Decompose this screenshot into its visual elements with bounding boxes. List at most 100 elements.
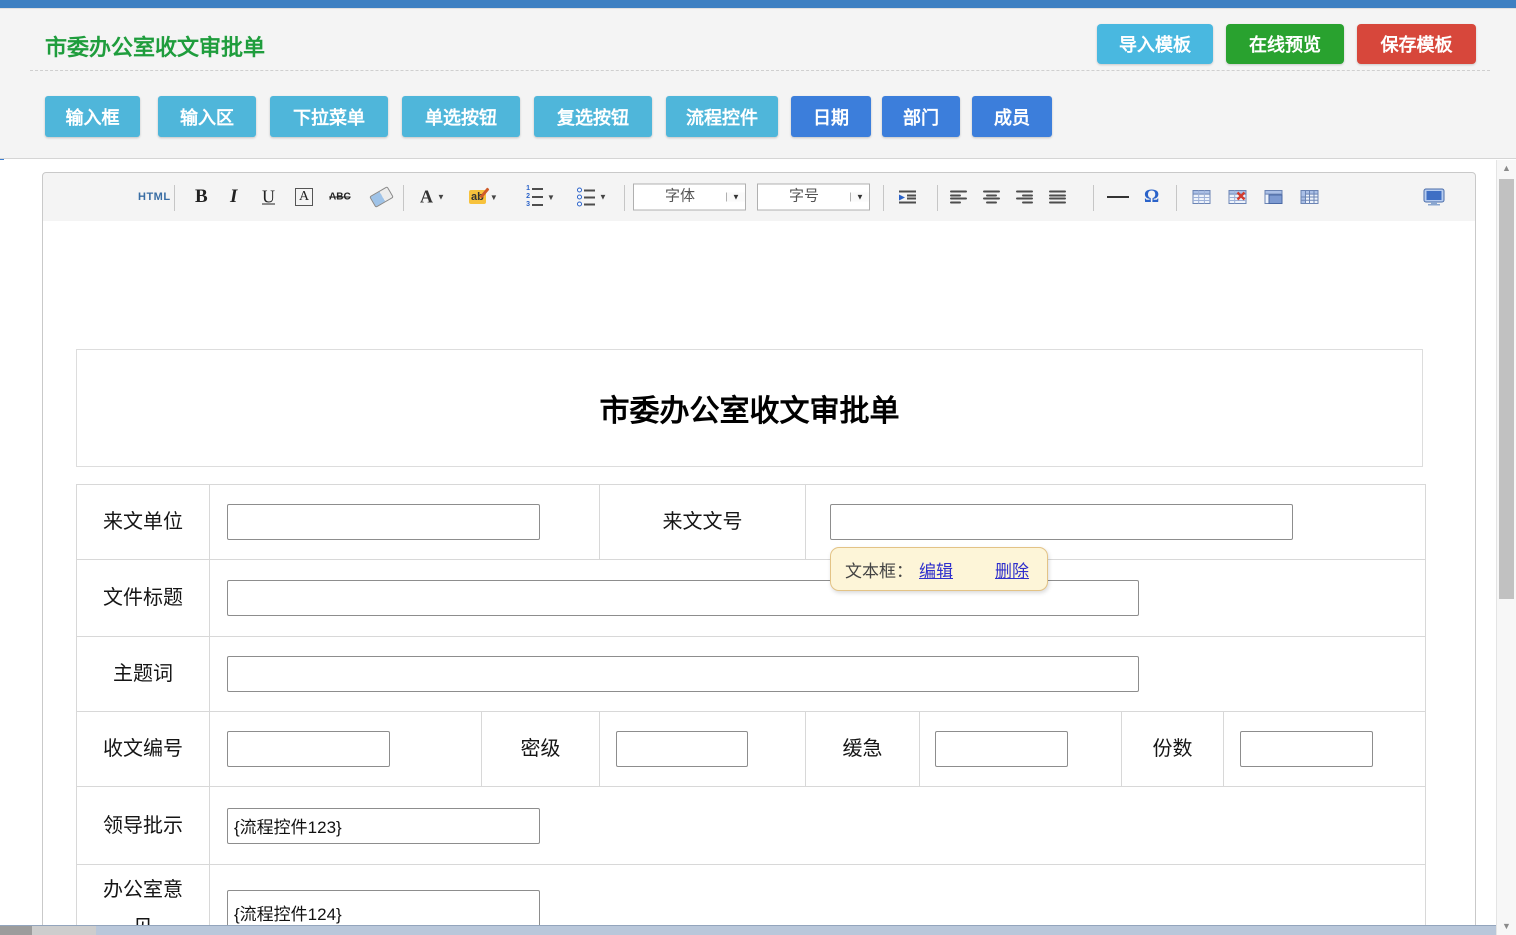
toolbar-separator — [174, 185, 175, 211]
boxed-a-icon: A — [295, 188, 313, 206]
document-title-box[interactable]: 市委办公室收文审批单 — [76, 349, 1423, 467]
align-left-button[interactable] — [950, 191, 967, 204]
table-row: 文件标题 — [77, 560, 1426, 637]
special-char-button[interactable]: Ω — [1144, 186, 1159, 208]
add-radio-button[interactable]: 单选按钮 — [402, 96, 520, 137]
add-date-button[interactable]: 日期 — [791, 96, 871, 137]
monitor-icon — [1423, 188, 1445, 206]
input-doc-number[interactable] — [830, 504, 1293, 540]
import-template-button[interactable]: 导入模板 — [1097, 24, 1213, 64]
strikethrough-button[interactable]: ABC — [329, 192, 351, 203]
input-source-unit[interactable] — [227, 504, 540, 540]
italic-icon: I — [230, 186, 237, 208]
table-cell-icon — [1264, 189, 1283, 205]
italic-button[interactable]: I — [230, 186, 237, 208]
save-template-button[interactable]: 保存模板 — [1357, 24, 1476, 64]
table-row: 来文单位 来文文号 — [77, 485, 1426, 560]
field-label-copies: 份数 — [1122, 712, 1224, 787]
toolbar-separator — [1093, 185, 1094, 211]
table-grid-icon — [1300, 189, 1319, 205]
font-color-button[interactable]: A▼ — [420, 187, 445, 208]
input-receipt-no[interactable] — [227, 731, 390, 767]
cell-properties-button[interactable] — [1264, 189, 1283, 205]
input-leader-note[interactable] — [227, 808, 540, 844]
table-icon — [1192, 189, 1211, 205]
omega-icon: Ω — [1144, 186, 1159, 208]
input-copies[interactable] — [1240, 731, 1373, 767]
remove-format-button[interactable] — [371, 191, 392, 204]
chevron-down-icon: ▼ — [547, 193, 555, 202]
ordered-list-button[interactable]: 1 2 3 ▼ — [524, 186, 555, 208]
toolbar-separator — [624, 185, 625, 211]
input-urgency[interactable] — [935, 731, 1068, 767]
field-label-security: 密级 — [482, 712, 600, 787]
html-source-icon: HTML — [138, 191, 171, 203]
bottom-edge-segment — [0, 926, 32, 935]
add-dropdown-button[interactable]: 下拉菜单 — [270, 96, 388, 137]
approval-form-table: 来文单位 来文文号 文件标题 主题词 收文编号 密级 缓急 份数 — [76, 484, 1426, 935]
field-label-doc-title: 文件标题 — [77, 560, 210, 637]
bold-button[interactable]: B — [195, 186, 208, 208]
table-row: 收文编号 密级 缓急 份数 — [77, 712, 1426, 787]
field-label-subject: 主题词 — [77, 637, 210, 712]
ordered-list-icon: 1 2 3 — [524, 186, 543, 208]
align-right-button[interactable] — [1016, 191, 1033, 204]
align-left-icon — [950, 191, 967, 204]
editor-canvas[interactable]: 市委办公室收文审批单 来文单位 来文文号 文件标题 主题词 收文编 — [42, 221, 1476, 935]
bullet-list-icon — [577, 188, 595, 207]
align-justify-button[interactable] — [1049, 191, 1066, 204]
table-grid-button[interactable] — [1300, 189, 1319, 205]
insert-table-button[interactable] — [1192, 189, 1211, 205]
source-code-button[interactable]: HTML — [138, 191, 171, 203]
field-label-leader-note: 领导批示 — [77, 787, 210, 865]
bold-icon: B — [195, 186, 208, 208]
header-divider — [30, 70, 1490, 71]
add-member-button[interactable]: 成员 — [972, 96, 1052, 137]
editor-toolbar: HTML B I U A ABC A▼ ab▼ 1 2 3 ▼ ▼ 字体▼ 字号… — [42, 172, 1476, 222]
delete-table-button[interactable] — [1228, 189, 1247, 205]
align-justify-icon — [1049, 191, 1066, 204]
horizontal-rule-icon — [1107, 196, 1129, 198]
toolbar-separator — [1176, 185, 1177, 211]
align-center-button[interactable] — [983, 191, 1000, 204]
horizontal-rule-button[interactable] — [1107, 196, 1129, 198]
highlight-color-button[interactable]: ab▼ — [469, 190, 498, 204]
tooltip-delete-link[interactable]: 删除 — [995, 557, 1029, 582]
add-department-button[interactable]: 部门 — [882, 96, 960, 137]
toolbar-separator — [937, 185, 938, 211]
strikethrough-icon: ABC — [329, 192, 351, 203]
online-preview-button[interactable]: 在线预览 — [1226, 24, 1344, 64]
scrollbar-thumb[interactable] — [1499, 179, 1514, 599]
toolbar-separator — [403, 185, 404, 211]
underline-icon: U — [262, 187, 275, 208]
field-label-urgency: 缓急 — [806, 712, 920, 787]
table-row: 主题词 — [77, 637, 1426, 712]
chevron-down-icon: ▼ — [490, 193, 498, 202]
scrollbar-down-arrow[interactable]: ▼ — [1497, 918, 1516, 935]
input-security[interactable] — [616, 731, 748, 767]
unordered-list-button[interactable]: ▼ — [577, 188, 607, 207]
field-label-source-unit: 来文单位 — [77, 485, 210, 560]
text-style-button[interactable]: A — [295, 188, 313, 206]
vertical-scrollbar[interactable]: ▲ ▼ — [1496, 160, 1516, 935]
tooltip-edit-link[interactable]: 编辑 — [919, 557, 953, 582]
align-right-icon — [1016, 191, 1033, 204]
add-textarea-button[interactable]: 输入区 — [158, 96, 256, 137]
document-title: 市委办公室收文审批单 — [600, 386, 900, 430]
font-color-icon: A — [420, 187, 433, 208]
top-accent-strip — [0, 0, 1516, 8]
add-checkbox-button[interactable]: 复选按钮 — [534, 96, 652, 137]
underline-button[interactable]: U — [262, 187, 275, 208]
table-row: 领导批示 — [77, 787, 1426, 865]
bottom-edge-segment — [32, 926, 96, 935]
field-label-receipt-no: 收文编号 — [77, 712, 210, 787]
font-size-select[interactable]: 字号▼ — [757, 184, 870, 211]
add-input-box-button[interactable]: 输入框 — [45, 96, 140, 137]
fullscreen-button[interactable] — [1423, 188, 1445, 206]
add-flow-control-button[interactable]: 流程控件 — [666, 96, 778, 137]
app-window: 市委办公室收文审批单 导入模板 在线预览 保存模板 输入框 输入区 下拉菜单 单… — [0, 0, 1516, 935]
input-subject[interactable] — [227, 656, 1139, 692]
font-family-select[interactable]: 字体▼ — [633, 184, 746, 211]
indent-button[interactable] — [899, 191, 916, 204]
scrollbar-up-arrow[interactable]: ▲ — [1497, 160, 1516, 177]
